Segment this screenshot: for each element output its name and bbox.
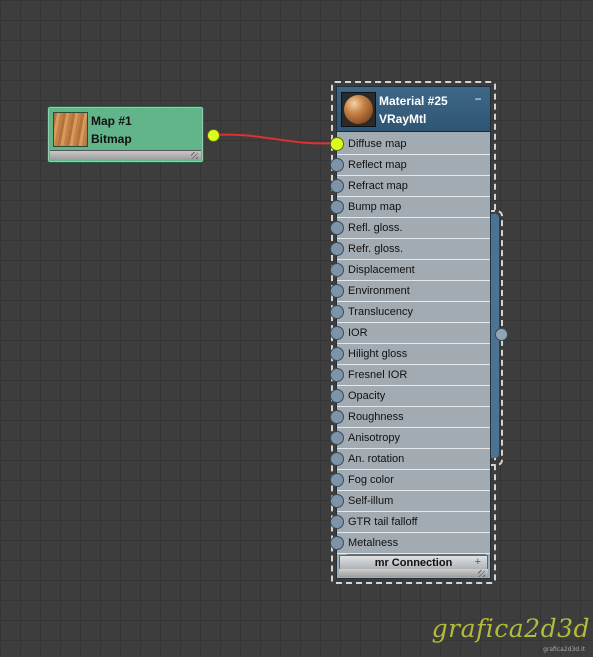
slot-input-socket[interactable] [330, 452, 344, 466]
material-slot[interactable]: Self-illum [330, 491, 490, 513]
material-slot[interactable]: Diffuse map [330, 134, 490, 156]
material-slot[interactable]: Bump map [330, 197, 490, 219]
material-slot[interactable]: Hilight gloss [330, 344, 490, 366]
watermark-logo: grafica2d3d [431, 614, 590, 643]
map-node-title: Map #1 [91, 114, 132, 128]
slot-input-socket[interactable] [330, 263, 344, 277]
slot-label: Translucency [348, 306, 414, 318]
slot-input-socket[interactable] [330, 242, 344, 256]
wire-path [212, 133, 336, 145]
material-slot[interactable]: Metalness [330, 533, 490, 555]
slot-label: An. rotation [348, 453, 405, 465]
map-node-type: Bitmap [91, 132, 132, 146]
material-slot[interactable]: Reflect map [330, 155, 490, 177]
slot-label: Roughness [348, 411, 404, 423]
material-slot[interactable]: Fresnel IOR [330, 365, 490, 387]
material-node-header[interactable]: Material #25 VRayMtl − [337, 87, 490, 132]
slot-label: Displacement [348, 264, 415, 276]
material-sphere-icon [344, 95, 373, 124]
slot-label: Refr. gloss. [348, 243, 404, 255]
slot-input-socket[interactable] [330, 389, 344, 403]
expand-plus-icon[interactable]: + [475, 556, 481, 569]
node-editor-canvas[interactable]: Map #1 Bitmap Material #25 VRayMtl − Dif… [0, 0, 593, 657]
slot-label: Environment [348, 285, 410, 297]
slot-label: IOR [348, 327, 368, 339]
map-node-footer[interactable] [50, 150, 201, 160]
material-preview-thumbnail [341, 92, 376, 127]
slot-label: Self-illum [348, 495, 394, 507]
material-slot[interactable]: Environment [330, 281, 490, 303]
material-slot[interactable]: Displacement [330, 260, 490, 282]
material-slot[interactable]: Fog color [330, 470, 490, 492]
slot-input-socket[interactable] [330, 431, 344, 445]
slot-label: Refl. gloss. [348, 222, 403, 234]
material-slot[interactable]: Opacity [330, 386, 490, 408]
slot-label: Anisotropy [348, 432, 400, 444]
slot-input-socket[interactable] [330, 494, 344, 508]
material-node-title: Material #25 [379, 94, 448, 108]
slot-input-socket[interactable] [330, 347, 344, 361]
slot-label: Opacity [348, 390, 386, 402]
slot-input-socket[interactable] [330, 326, 344, 340]
material-slot[interactable]: Anisotropy [330, 428, 490, 450]
resize-grip-icon[interactable] [478, 570, 485, 577]
slot-label: Fresnel IOR [348, 369, 408, 381]
map-output-socket[interactable] [207, 129, 220, 142]
slot-input-socket[interactable] [330, 368, 344, 382]
bitmap-node[interactable]: Map #1 Bitmap [47, 106, 204, 163]
material-slot-list: Diffuse map Reflect map Refract map Bump ma… [330, 134, 490, 555]
slot-input-socket[interactable] [330, 515, 344, 529]
watermark-subtext: grafica2d3d.it [543, 646, 585, 653]
slot-label: Metalness [348, 537, 399, 549]
material-slot[interactable]: Roughness [330, 407, 490, 429]
slot-input-socket[interactable] [330, 200, 344, 214]
material-node-type: VRayMtl [379, 112, 427, 126]
slot-input-socket[interactable] [330, 305, 344, 319]
material-slot[interactable]: GTR tail falloff [330, 512, 490, 534]
material-node-footer[interactable] [339, 569, 488, 577]
slot-input-socket[interactable] [330, 179, 344, 193]
slot-input-socket[interactable] [330, 158, 344, 172]
slot-label: Hilight gloss [348, 348, 408, 360]
slot-label: Refract map [348, 180, 408, 192]
slot-input-socket[interactable] [330, 221, 344, 235]
slot-input-socket[interactable] [330, 284, 344, 298]
material-slot[interactable]: An. rotation [330, 449, 490, 471]
mr-connection-label: mr Connection [374, 557, 453, 569]
slot-input-socket[interactable] [330, 473, 344, 487]
collapse-button[interactable]: − [472, 93, 484, 105]
material-slot[interactable]: Refl. gloss. [330, 218, 490, 240]
slot-label: GTR tail falloff [348, 516, 418, 528]
slot-label: Bump map [348, 201, 402, 213]
material-slot[interactable]: Translucency [330, 302, 490, 324]
material-slot[interactable]: IOR [330, 323, 490, 345]
slot-label: Diffuse map [348, 138, 407, 150]
slot-label: Fog color [348, 474, 394, 486]
material-output-socket[interactable] [495, 328, 508, 341]
slot-input-socket[interactable] [330, 536, 344, 550]
resize-grip-icon[interactable] [191, 152, 198, 159]
slot-input-socket[interactable] [330, 410, 344, 424]
slot-input-socket[interactable] [330, 137, 344, 151]
material-slot[interactable]: Refr. gloss. [330, 239, 490, 261]
wood-texture-thumbnail [53, 112, 88, 147]
vraymtl-node[interactable]: Material #25 VRayMtl − Diffuse map Reflec… [330, 86, 491, 579]
slot-label: Reflect map [348, 159, 407, 171]
material-slot[interactable]: Refract map [330, 176, 490, 198]
